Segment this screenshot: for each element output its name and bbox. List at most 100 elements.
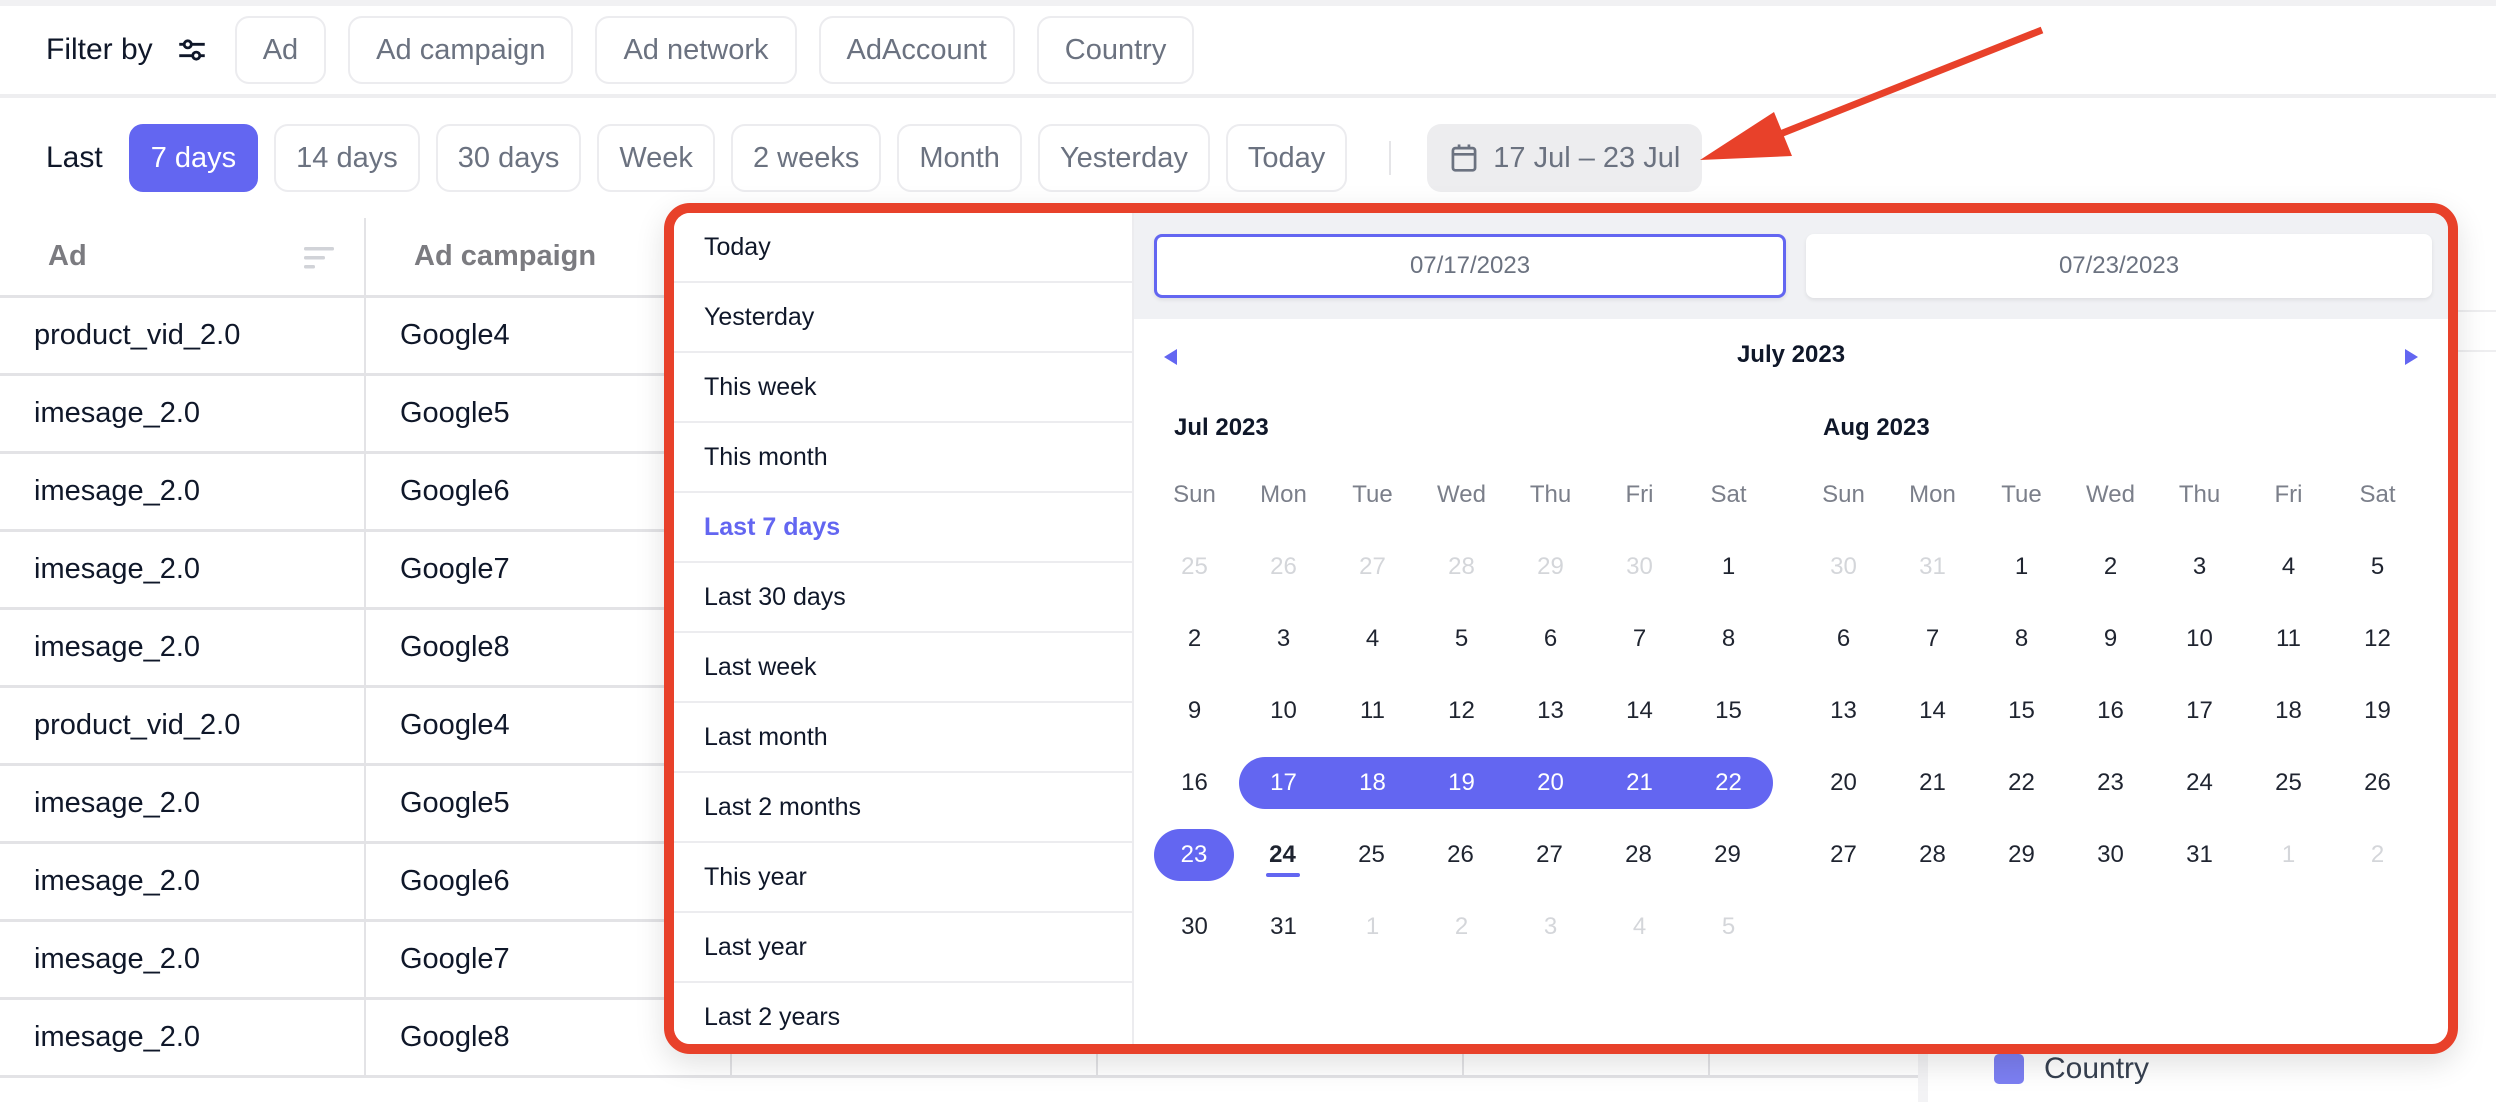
calendar-day[interactable]: 15	[1977, 685, 2066, 737]
calendar-day[interactable]: 17	[2155, 685, 2244, 737]
preset-last-2-years[interactable]: Last 2 years	[674, 983, 1132, 1044]
calendar-day[interactable]: 12	[2333, 613, 2422, 665]
calendar-day[interactable]: 31	[1239, 901, 1328, 953]
calendar-day-selected[interactable]: 19	[1417, 757, 1506, 809]
preset-last-week[interactable]: Last week	[674, 633, 1132, 703]
calendar-day[interactable]: 20	[1799, 757, 1888, 809]
calendar-day[interactable]: 27	[1505, 829, 1594, 881]
calendar-day[interactable]: 14	[1888, 685, 1977, 737]
calendar-day[interactable]: 13	[1799, 685, 1888, 737]
calendar-day-selected[interactable]: 23	[1154, 829, 1234, 881]
calendar-day[interactable]: 27	[1799, 829, 1888, 881]
calendar-day[interactable]: 27	[1328, 541, 1417, 593]
preset-last-7-days[interactable]: Last 7 days	[674, 493, 1132, 563]
calendar-day[interactable]: 5	[1417, 613, 1506, 665]
calendar-day[interactable]: 1	[1328, 901, 1417, 953]
calendar-day[interactable]: 9	[2066, 613, 2155, 665]
period-chip-30-days[interactable]: 30 days	[435, 124, 582, 192]
calendar-day[interactable]: 3	[1239, 613, 1328, 665]
filter-chip-ad-campaign[interactable]: Ad campaign	[348, 16, 574, 84]
calendar-day[interactable]: 5	[2333, 541, 2422, 593]
end-date-input[interactable]: 07/23/2023	[1806, 234, 2432, 298]
calendar-day[interactable]: 1	[1684, 541, 1773, 593]
period-chip-yesterday[interactable]: Yesterday	[1037, 124, 1210, 192]
calendar-day[interactable]: 24	[2155, 757, 2244, 809]
date-range-button[interactable]: 17 Jul – 23 Jul	[1427, 124, 1703, 192]
calendar-day[interactable]: 18	[2244, 685, 2333, 737]
calendar-day[interactable]: 8	[1684, 613, 1773, 665]
preset-this-month[interactable]: This month	[674, 423, 1132, 493]
calendar-day[interactable]: 28	[1888, 829, 1977, 881]
calendar-day[interactable]: 10	[1239, 685, 1328, 737]
calendar-day[interactable]: 4	[1595, 901, 1684, 953]
calendar-day[interactable]: 29	[1977, 829, 2066, 881]
calendar-day[interactable]: 25	[2244, 757, 2333, 809]
period-chip-14-days[interactable]: 14 days	[274, 124, 420, 192]
period-chip-2-weeks[interactable]: 2 weeks	[730, 124, 882, 192]
filter-chip-ad[interactable]: Ad	[234, 16, 327, 84]
calendar-day[interactable]: 29	[1683, 829, 1772, 881]
calendar-day[interactable]: 14	[1595, 685, 1684, 737]
preset-last-30-days[interactable]: Last 30 days	[674, 563, 1132, 633]
preset-today[interactable]: Today	[674, 213, 1132, 283]
preset-this-year[interactable]: This year	[674, 843, 1132, 913]
calendar-day[interactable]: 1	[1977, 541, 2066, 593]
calendar-day[interactable]: 26	[2333, 757, 2422, 809]
calendar-day[interactable]: 6	[1506, 613, 1595, 665]
calendar-day[interactable]: 1	[2244, 829, 2333, 881]
calendar-day[interactable]: 29	[1506, 541, 1595, 593]
calendar-day[interactable]: 5	[1684, 901, 1773, 953]
filter-chip-ad-network[interactable]: Ad network	[595, 16, 797, 84]
preset-last-2-months[interactable]: Last 2 months	[674, 773, 1132, 843]
calendar-day[interactable]: 2	[2333, 829, 2422, 881]
calendar-day[interactable]: 3	[2155, 541, 2244, 593]
calendar-day-today[interactable]: 24	[1238, 829, 1327, 881]
calendar-day-selected[interactable]: 18	[1328, 757, 1417, 809]
calendar-day[interactable]: 7	[1595, 613, 1684, 665]
preset-last-year[interactable]: Last year	[674, 913, 1132, 983]
next-month-icon[interactable]	[2405, 349, 2418, 365]
calendar-day[interactable]: 6	[1799, 613, 1888, 665]
calendar-day[interactable]: 2	[1417, 901, 1506, 953]
calendar-day[interactable]: 4	[1328, 613, 1417, 665]
period-chip-month[interactable]: Month	[897, 124, 1022, 192]
checkbox-checked-icon[interactable]	[1994, 1054, 2024, 1084]
calendar-day[interactable]: 8	[1977, 613, 2066, 665]
calendar-day[interactable]: 19	[2333, 685, 2422, 737]
calendar-day[interactable]: 30	[1595, 541, 1684, 593]
country-option[interactable]: Country	[1994, 1052, 2149, 1086]
sliders-icon[interactable]	[175, 33, 209, 67]
calendar-day[interactable]: 2	[2066, 541, 2155, 593]
calendar-day[interactable]: 11	[1328, 685, 1417, 737]
filter-chip-adaccount[interactable]: AdAccount	[818, 16, 1015, 84]
sort-icon[interactable]	[302, 244, 336, 272]
column-header-ad[interactable]: Ad	[0, 218, 366, 295]
calendar-day[interactable]: 30	[2066, 829, 2155, 881]
calendar-day[interactable]: 25	[1150, 541, 1239, 593]
calendar-day-selected[interactable]: 17	[1239, 757, 1328, 809]
preset-this-week[interactable]: This week	[674, 353, 1132, 423]
calendar-day[interactable]: 15	[1684, 685, 1773, 737]
calendar-day-selected[interactable]: 20	[1506, 757, 1595, 809]
calendar-day[interactable]: 28	[1594, 829, 1683, 881]
calendar-day[interactable]: 28	[1417, 541, 1506, 593]
period-chip-7-days[interactable]: 7 days	[128, 124, 259, 192]
preset-yesterday[interactable]: Yesterday	[674, 283, 1132, 353]
calendar-day[interactable]: 25	[1327, 829, 1416, 881]
calendar-day[interactable]: 11	[2244, 613, 2333, 665]
calendar-day[interactable]: 26	[1416, 829, 1505, 881]
calendar-day[interactable]: 16	[1150, 757, 1239, 809]
calendar-day[interactable]: 9	[1150, 685, 1239, 737]
calendar-day[interactable]: 31	[2155, 829, 2244, 881]
calendar-day-selected[interactable]: 21	[1595, 757, 1684, 809]
filter-chip-country[interactable]: Country	[1036, 16, 1195, 84]
calendar-day[interactable]: 7	[1888, 613, 1977, 665]
calendar-day[interactable]: 26	[1239, 541, 1328, 593]
calendar-day[interactable]: 12	[1417, 685, 1506, 737]
calendar-day[interactable]: 13	[1506, 685, 1595, 737]
calendar-day[interactable]: 10	[2155, 613, 2244, 665]
calendar-day[interactable]: 23	[2066, 757, 2155, 809]
calendar-day[interactable]: 21	[1888, 757, 1977, 809]
period-chip-week[interactable]: Week	[597, 124, 715, 192]
calendar-day[interactable]: 30	[1799, 541, 1888, 593]
